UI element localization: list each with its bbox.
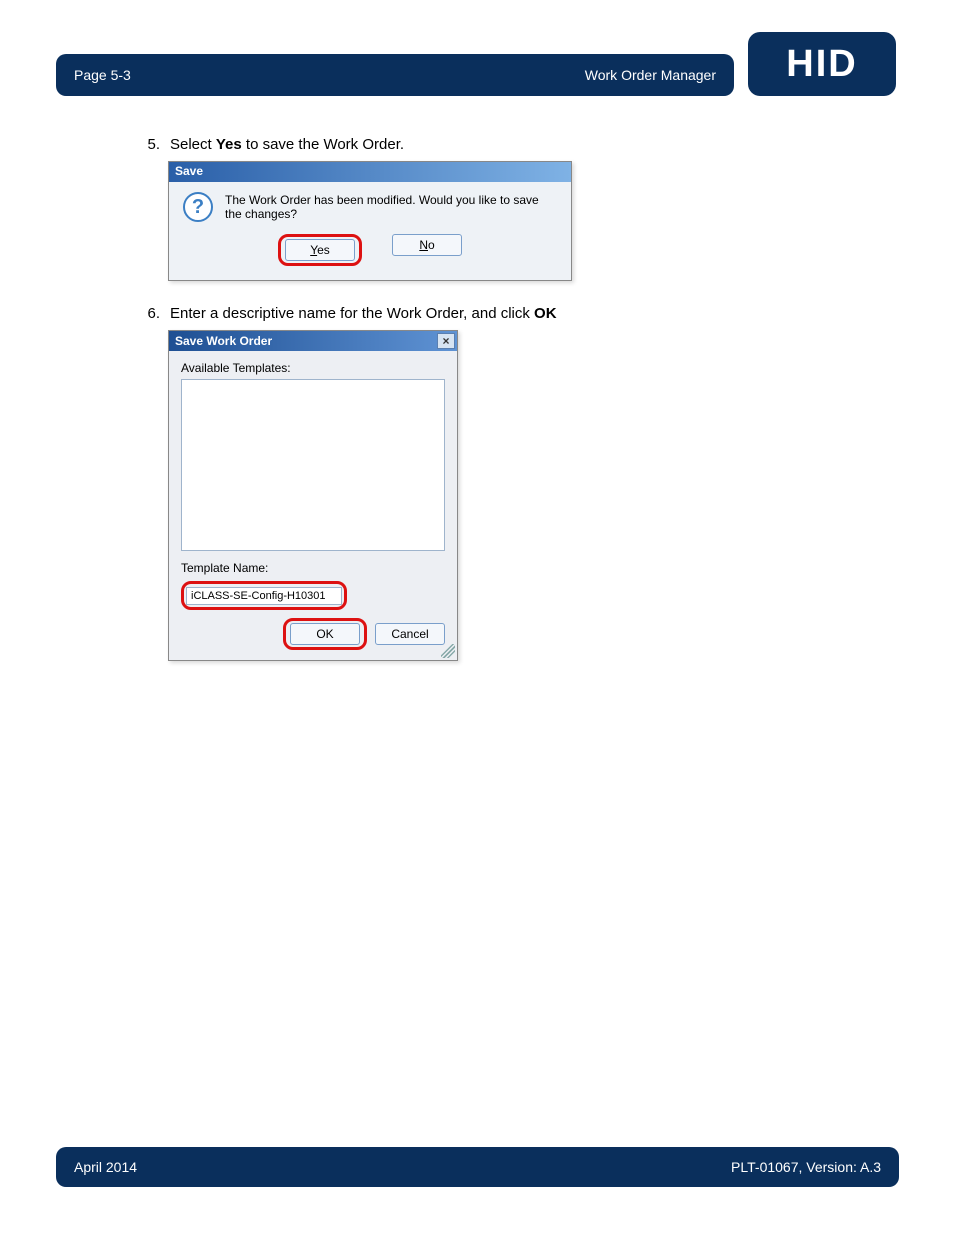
save-dialog-buttons: Yes No [169, 228, 571, 280]
step-5-number: 5. [138, 136, 160, 153]
step-6-number: 6. [138, 305, 160, 322]
footer-doc-id: PLT-01067, Version: A.3 [731, 1159, 881, 1175]
step-5: 5. Select Yes to save the Work Order. [138, 136, 898, 153]
page-footer-bar: April 2014 PLT-01067, Version: A.3 [56, 1147, 899, 1187]
ok-button[interactable]: OK [290, 623, 360, 645]
template-name-highlight-ring [181, 581, 347, 610]
save-work-order-title: Save Work Order [175, 334, 272, 348]
save-dialog-title: Save [169, 162, 571, 182]
page-number: Page 5-3 [74, 67, 131, 83]
cancel-button[interactable]: Cancel [375, 623, 445, 645]
section-title: Work Order Manager [585, 67, 716, 83]
save-dialog-message: The Work Order has been modified. Would … [225, 193, 557, 221]
question-icon: ? [183, 192, 213, 222]
available-templates-list[interactable] [181, 379, 445, 551]
close-icon: × [442, 334, 449, 348]
template-name-input[interactable] [186, 587, 342, 605]
resize-grip-icon[interactable] [441, 644, 455, 658]
brand-logo-text: HID [786, 43, 857, 86]
save-dialog: Save ? The Work Order has been modified.… [168, 161, 572, 281]
brand-logo: HID [748, 32, 896, 96]
save-dialog-body: ? The Work Order has been modified. Woul… [169, 182, 571, 228]
step-5-text: Select Yes to save the Work Order. [170, 136, 404, 153]
yes-highlight-ring: Yes [278, 234, 362, 266]
template-name-label: Template Name: [181, 561, 445, 575]
step-6: 6. Enter a descriptive name for the Work… [138, 305, 898, 322]
close-button[interactable]: × [437, 333, 455, 349]
ok-highlight-ring: OK [283, 618, 367, 650]
page-header-bar: Page 5-3 Work Order Manager [56, 54, 734, 96]
footer-date: April 2014 [74, 1159, 137, 1175]
no-button[interactable]: No [392, 234, 462, 256]
save-work-order-dialog: Save Work Order × Available Templates: T… [168, 330, 458, 661]
yes-button[interactable]: Yes [285, 239, 355, 261]
available-templates-label: Available Templates: [181, 361, 445, 375]
template-name-row: Template Name: [181, 561, 445, 610]
step-6-text: Enter a descriptive name for the Work Or… [170, 305, 557, 322]
save-work-order-buttons: OK Cancel [181, 618, 445, 650]
content-area: 5. Select Yes to save the Work Order. Sa… [138, 136, 898, 661]
save-work-order-body: Available Templates: Template Name: OK C… [169, 351, 457, 660]
save-work-order-titlebar: Save Work Order × [169, 331, 457, 351]
